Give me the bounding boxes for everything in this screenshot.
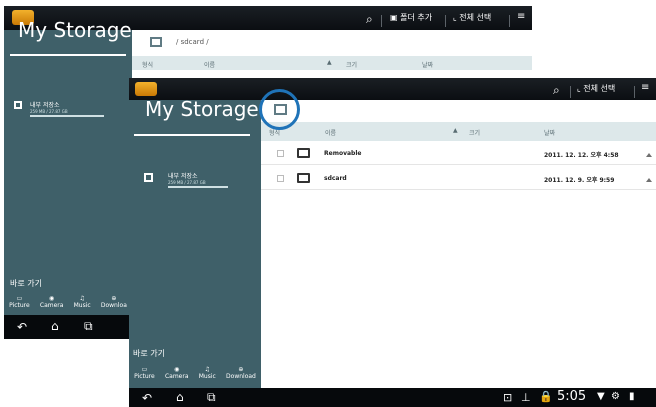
picture-icon: ▭ — [16, 295, 23, 302]
foreground-screenshot: ⌕ ⌞ 전체 선택 ≡ My Storage 내부 저장소 259 MB / 2… — [129, 78, 656, 407]
menu-icon[interactable]: ≡ — [517, 11, 525, 22]
shortcut-music[interactable]: ♫ Music — [74, 295, 91, 317]
sort-ascending-icon[interactable]: ▲ — [453, 127, 458, 134]
sidebar-title: My Storage — [145, 97, 259, 121]
home-icon[interactable]: ⌂ — [51, 319, 59, 333]
sidebar-title: My Storage — [18, 18, 132, 42]
shortcut-list: ▭ Picture ◉ Camera ♫ Music ⊕ Downloa — [4, 295, 132, 317]
add-folder-button[interactable]: ▣ 폴더 추가 — [390, 12, 432, 23]
row-expand-icon[interactable] — [646, 153, 652, 157]
battery-icon: ▮ — [629, 391, 635, 402]
lock-icon: 🔒 — [539, 390, 553, 403]
download-icon: ⊕ — [111, 295, 117, 302]
quick-access-label: 바로 가기 — [133, 349, 165, 358]
storage-path-icon[interactable] — [150, 37, 162, 47]
storage-icon — [14, 101, 22, 109]
row-checkbox[interactable] — [277, 175, 284, 182]
settings-icon[interactable]: ⚙ — [611, 391, 620, 402]
back-icon[interactable]: ↶ — [142, 391, 152, 405]
recent-apps-icon[interactable]: ⧉ — [84, 319, 93, 334]
shortcut-picture[interactable]: ▭ Picture — [134, 366, 155, 388]
shortcut-music[interactable]: ♫ Music — [199, 366, 216, 388]
select-all-icon: ⌞ — [453, 13, 457, 22]
storage-label: 내부 저장소 — [168, 173, 198, 180]
screenshot-icon: ⊡ — [503, 391, 513, 404]
folder-app-icon — [135, 82, 157, 96]
select-all-button[interactable]: ⌞ 전체 선택 — [453, 12, 491, 23]
table-row[interactable]: Removable 2011. 12. 12. 오후 4:58 — [261, 141, 656, 165]
storage-size: 259 MB / 27.87 GB — [30, 109, 68, 114]
menu-icon[interactable]: ≡ — [641, 82, 649, 93]
path-bar — [261, 100, 656, 122]
select-all-icon: ⌞ — [577, 84, 581, 93]
shortcut-picture[interactable]: ▭ Picture — [9, 295, 30, 317]
shortcut-list: ▭ Picture ◉ Camera ♫ Music ⊕ Download — [129, 366, 261, 388]
shortcut-download[interactable]: ⊕ Download — [226, 366, 256, 388]
storage-label: 내부 저장소 — [30, 102, 60, 109]
row-expand-icon[interactable] — [646, 178, 652, 182]
camera-icon: ◉ — [49, 295, 55, 302]
recent-apps-icon[interactable]: ⧉ — [207, 390, 216, 405]
select-all-button[interactable]: ⌞ 전체 선택 — [577, 83, 615, 94]
quick-access-label: 바로 가기 — [10, 279, 42, 288]
sort-ascending-icon[interactable]: ▲ — [327, 59, 332, 66]
back-navigation-bar: ↶ ⌂ ⧉ — [4, 315, 132, 339]
clock: 5:05 — [557, 389, 587, 404]
title-divider — [134, 134, 250, 136]
shortcut-camera[interactable]: ◉ Camera — [40, 295, 64, 317]
usb-icon: ⊥ — [521, 391, 531, 404]
camera-icon: ◉ — [174, 366, 180, 373]
path-highlight-circle — [259, 89, 300, 130]
back-sidebar — [4, 30, 132, 315]
search-icon[interactable]: ⌕ — [553, 83, 560, 98]
picture-icon: ▭ — [141, 366, 148, 373]
music-icon: ♫ — [79, 295, 85, 302]
wifi-icon: ▼ — [597, 391, 605, 402]
file-list-header: 형식 이름 ▲ 크기 날짜 — [261, 122, 656, 141]
storage-usage-bar — [30, 115, 104, 117]
shortcut-download[interactable]: ⊕ Downloa — [101, 295, 127, 317]
system-navigation-bar: ↶ ⌂ ⧉ ⊡ ⊥ 🔒 5:05 ▼ ⚙ ▮ — [129, 388, 656, 407]
current-path: / sdcard / — [176, 38, 209, 46]
row-checkbox[interactable] — [277, 150, 284, 157]
add-folder-icon: ▣ — [390, 13, 398, 22]
shortcut-camera[interactable]: ◉ Camera — [165, 366, 189, 388]
storage-usage-bar — [168, 186, 228, 188]
title-divider — [10, 54, 126, 56]
table-row[interactable]: sdcard 2011. 12. 9. 오후 9:59 — [261, 166, 656, 190]
download-icon: ⊕ — [238, 366, 244, 373]
back-icon[interactable]: ↶ — [17, 320, 27, 334]
folder-icon — [297, 148, 310, 158]
storage-size: 259 MB / 27.87 GB — [168, 180, 206, 185]
file-list-header: 형식 이름 ▲ 크기 날짜 — [132, 56, 532, 70]
storage-icon — [144, 173, 153, 182]
search-icon[interactable]: ⌕ — [366, 12, 373, 27]
music-icon: ♫ — [204, 366, 210, 373]
front-sidebar — [129, 100, 261, 388]
folder-icon — [297, 173, 310, 183]
home-icon[interactable]: ⌂ — [176, 390, 184, 404]
